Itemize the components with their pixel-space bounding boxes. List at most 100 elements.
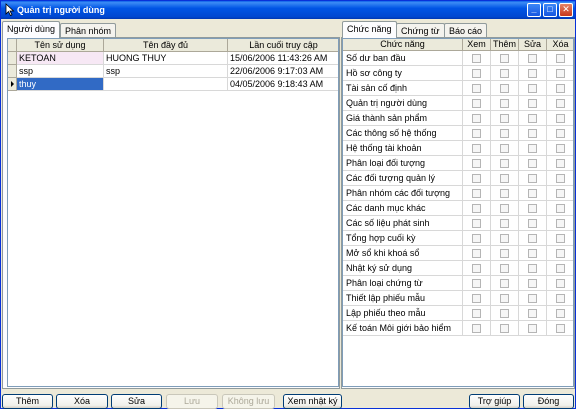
view-checkbox[interactable] <box>472 174 481 183</box>
table-row-selected[interactable]: thuy 04/05/2006 9:18:43 AM <box>8 78 338 91</box>
edit-checkbox[interactable] <box>528 264 537 273</box>
function-row[interactable]: Tổng hợp cuối kỳ <box>343 231 573 246</box>
function-row[interactable]: Thiết lập phiếu mẫu <box>343 291 573 306</box>
col-add[interactable]: Thêm <box>491 39 519 51</box>
function-row[interactable]: Các số liệu phát sinh <box>343 216 573 231</box>
dont-save-button[interactable]: Không lưu <box>222 394 275 409</box>
view-checkbox[interactable] <box>472 324 481 333</box>
close-window-button[interactable]: ✕ <box>559 3 573 17</box>
cell-last-access[interactable]: 15/06/2006 11:43:26 AM <box>228 52 338 65</box>
add-checkbox[interactable] <box>500 69 509 78</box>
edit-checkbox[interactable] <box>528 249 537 258</box>
delete-checkbox[interactable] <box>556 84 565 93</box>
add-checkbox[interactable] <box>500 189 509 198</box>
view-checkbox[interactable] <box>472 309 481 318</box>
add-checkbox[interactable] <box>500 54 509 63</box>
add-checkbox[interactable] <box>500 159 509 168</box>
function-row[interactable]: Nhật ký sử dụng <box>343 261 573 276</box>
function-row[interactable]: Phân nhóm các đối tượng <box>343 186 573 201</box>
tab-users[interactable]: Người dùng <box>2 21 60 38</box>
add-checkbox[interactable] <box>500 219 509 228</box>
add-checkbox[interactable] <box>500 264 509 273</box>
delete-checkbox[interactable] <box>556 309 565 318</box>
delete-checkbox[interactable] <box>556 99 565 108</box>
cell-last-access[interactable]: 22/06/2006 9:17:03 AM <box>228 65 338 78</box>
function-row[interactable]: Tài sản cố định <box>343 81 573 96</box>
function-row[interactable]: Các danh mục khác <box>343 201 573 216</box>
view-checkbox[interactable] <box>472 189 481 198</box>
functions-grid[interactable]: Chức năng Xem Thêm Sửa Xóa Số dư ban đầu… <box>342 38 574 387</box>
edit-checkbox[interactable] <box>528 189 537 198</box>
view-checkbox[interactable] <box>472 294 481 303</box>
tab-groups[interactable]: Phân nhóm <box>60 23 117 38</box>
delete-checkbox[interactable] <box>556 219 565 228</box>
edit-checkbox[interactable] <box>528 309 537 318</box>
view-checkbox[interactable] <box>472 234 481 243</box>
cell-last-access[interactable]: 04/05/2006 9:18:43 AM <box>228 78 338 91</box>
add-checkbox[interactable] <box>500 174 509 183</box>
delete-checkbox[interactable] <box>556 189 565 198</box>
delete-checkbox[interactable] <box>556 324 565 333</box>
delete-checkbox[interactable] <box>556 279 565 288</box>
function-row[interactable]: Các thông số hệ thống <box>343 126 573 141</box>
tab-vouchers[interactable]: Chứng từ <box>396 23 445 38</box>
cell-fullname[interactable]: ssp <box>104 65 228 78</box>
edit-checkbox[interactable] <box>528 54 537 63</box>
add-checkbox[interactable] <box>500 279 509 288</box>
add-checkbox[interactable] <box>500 309 509 318</box>
view-checkbox[interactable] <box>472 159 481 168</box>
view-checkbox[interactable] <box>472 69 481 78</box>
add-checkbox[interactable] <box>500 294 509 303</box>
table-row[interactable]: KETOAN HUONG THUY 15/06/2006 11:43:26 AM <box>8 52 338 65</box>
col-fullname[interactable]: Tên đầy đủ <box>104 39 228 52</box>
add-checkbox[interactable] <box>500 204 509 213</box>
edit-checkbox[interactable] <box>528 234 537 243</box>
edit-checkbox[interactable] <box>528 279 537 288</box>
close-button[interactable]: Đóng <box>523 394 574 409</box>
function-row[interactable]: Phân loại đối tượng <box>343 156 573 171</box>
edit-checkbox[interactable] <box>528 294 537 303</box>
delete-checkbox[interactable] <box>556 264 565 273</box>
view-checkbox[interactable] <box>472 249 481 258</box>
edit-checkbox[interactable] <box>528 174 537 183</box>
delete-checkbox[interactable] <box>556 69 565 78</box>
maximize-button[interactable]: □ <box>543 3 557 17</box>
function-row[interactable]: Phân loại chứng từ <box>343 276 573 291</box>
function-row[interactable]: Số dư ban đầu <box>343 51 573 66</box>
col-edit[interactable]: Sửa <box>519 39 547 51</box>
cell-fullname[interactable] <box>104 78 228 91</box>
help-button[interactable]: Trợ giúp <box>469 394 520 409</box>
view-checkbox[interactable] <box>472 219 481 228</box>
function-row[interactable]: Các đối tượng quản lý <box>343 171 573 186</box>
edit-checkbox[interactable] <box>528 129 537 138</box>
add-checkbox[interactable] <box>500 84 509 93</box>
add-checkbox[interactable] <box>500 234 509 243</box>
delete-checkbox[interactable] <box>556 54 565 63</box>
delete-checkbox[interactable] <box>556 294 565 303</box>
view-checkbox[interactable] <box>472 99 481 108</box>
view-checkbox[interactable] <box>472 264 481 273</box>
add-checkbox[interactable] <box>500 114 509 123</box>
edit-checkbox[interactable] <box>528 324 537 333</box>
table-row[interactable]: ssp ssp 22/06/2006 9:17:03 AM <box>8 65 338 78</box>
cell-username[interactable]: thuy <box>17 78 104 91</box>
edit-checkbox[interactable] <box>528 114 537 123</box>
delete-checkbox[interactable] <box>556 249 565 258</box>
add-button[interactable]: Thêm <box>2 394 53 409</box>
delete-checkbox[interactable] <box>556 144 565 153</box>
tab-functions[interactable]: Chức năng <box>342 21 397 38</box>
view-checkbox[interactable] <box>472 114 481 123</box>
col-username[interactable]: Tên sử dụng <box>17 39 104 52</box>
add-checkbox[interactable] <box>500 249 509 258</box>
cell-fullname[interactable]: HUONG THUY <box>104 52 228 65</box>
delete-checkbox[interactable] <box>556 174 565 183</box>
edit-checkbox[interactable] <box>528 144 537 153</box>
function-row[interactable]: Hệ thống tài khoản <box>343 141 573 156</box>
view-checkbox[interactable] <box>472 54 481 63</box>
add-checkbox[interactable] <box>500 99 509 108</box>
minimize-button[interactable]: _ <box>527 3 541 17</box>
view-checkbox[interactable] <box>472 279 481 288</box>
delete-button[interactable]: Xóa <box>56 394 108 409</box>
cell-username[interactable]: ssp <box>17 65 104 78</box>
col-view[interactable]: Xem <box>463 39 491 51</box>
